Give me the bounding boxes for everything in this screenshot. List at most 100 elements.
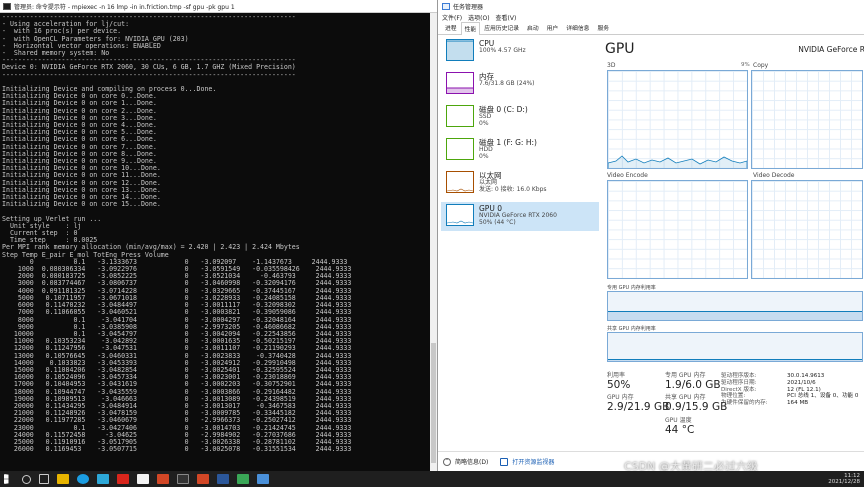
open-resource-monitor-link[interactable]: 打开资源监视器	[512, 457, 554, 466]
tab-5[interactable]: 详细信息	[562, 21, 593, 34]
gpu-heading: GPU	[605, 41, 635, 57]
tab-0[interactable]: 进程	[441, 21, 461, 34]
terminal-taskbar-icon[interactable]	[177, 474, 189, 484]
engine-3d-label[interactable]: 3D	[607, 62, 615, 69]
tab-2[interactable]: 应用历史记录	[480, 21, 523, 34]
resource-monitor-icon[interactable]	[500, 457, 509, 466]
resource-line2: 发送: 0 接收: 16.0 Kbps	[479, 185, 547, 193]
dedicated-mem-label: 专用 GPU 内存利用率	[607, 285, 656, 291]
dedicated-mem-graph	[607, 291, 863, 321]
taskbar: 11:12 2021/12/28	[0, 471, 864, 487]
powerpoint-icon[interactable]	[157, 474, 169, 484]
detail-row: 为硬件保留的内存: 164 MB	[721, 400, 858, 407]
util-label: 利用率	[607, 372, 626, 379]
task-manager-icon	[442, 2, 450, 10]
gpu-temp-label: GPU 温度	[665, 417, 692, 424]
app-orange-icon[interactable]	[197, 474, 209, 484]
tm-title: 任务管理器	[453, 3, 484, 11]
ded-mem-value: 1.9/6.0 GB	[665, 379, 721, 391]
engine-3d-pct: 9%	[741, 62, 750, 68]
terminal-icon	[3, 2, 11, 10]
command-prompt-window[interactable]: 管理员: 命令提示符 - mpiexec -n 16 lmp -in in.fr…	[0, 0, 437, 471]
resource-item[interactable]: 内存 7.6/31.8 GB (24%)	[441, 70, 599, 99]
console-scrollbar[interactable]	[430, 13, 437, 471]
resource-item[interactable]: CPU 100% 4.57 GHz	[441, 37, 599, 66]
resource-line2: 0%	[479, 152, 489, 160]
tm-title-bar[interactable]: 任务管理器	[438, 0, 864, 12]
resource-sparkline	[446, 39, 474, 61]
engine-video-encode-graph	[607, 180, 748, 279]
net-spark-line	[446, 188, 474, 192]
edge-icon[interactable]	[77, 474, 89, 484]
resource-item[interactable]: 磁盘 1 (F: G: H:) HDD 0%	[441, 136, 599, 165]
resource-name: 以太网	[479, 171, 502, 180]
resource-line1: 7.6/31.8 GB (24%)	[479, 80, 535, 87]
resource-line1: 100% 4.57 GHz	[479, 47, 526, 54]
tm-tab-bar: 进程 性能 应用历史记录 启动 用户 详细信息 服务	[438, 21, 864, 35]
app-zy-icon[interactable]	[137, 474, 149, 484]
tab-6[interactable]: 服务	[593, 21, 613, 34]
gpu-mem-label: GPU 内存	[607, 394, 634, 401]
engine-copy-label[interactable]: Copy	[753, 62, 768, 69]
gpu-mem-stat: GPU 内存 2.9/21.9 GB	[607, 394, 669, 413]
fewer-details-button[interactable]: 简略信息(D)	[455, 457, 488, 466]
detail-row: 驱动程序版本: 30.0.14.9613	[721, 373, 858, 380]
gpu-details: 驱动程序版本: 30.0.14.9613 驱动程序日期: 2021/10/6 Direc…	[721, 373, 858, 407]
engine-video-decode-graph	[751, 180, 863, 279]
resource-item[interactable]: 磁盘 0 (C: D:) SSD 0%	[441, 103, 599, 132]
resource-item[interactable]: GPU 0 NVIDIA GeForce RTX 2060 50% (44 °C)	[441, 202, 599, 231]
task-manager-taskbar-icon[interactable]	[257, 474, 269, 484]
console-title: 管理员: 命令提示符 - mpiexec -n 16 lmp -in in.fr…	[14, 3, 235, 11]
console-title-bar[interactable]: 管理员: 命令提示符 - mpiexec -n 16 lmp -in in.fr…	[0, 0, 437, 13]
engine-video-encode-label[interactable]: Video Encode	[607, 172, 648, 179]
engine-3d-line	[607, 155, 748, 168]
resource-sparkline	[446, 204, 474, 226]
detail-row: 驱动程序日期: 2021/10/6	[721, 380, 858, 387]
console-output: ----------------------------------------…	[2, 14, 427, 471]
resource-item[interactable]: 以太网 以太网 发送: 0 接收: 16.0 Kbps	[441, 169, 599, 198]
detail-key: 驱动程序日期:	[721, 379, 757, 386]
word-icon[interactable]	[217, 474, 229, 484]
app-red-icon[interactable]	[117, 474, 129, 484]
console-line: ----------------------------------------…	[2, 70, 296, 79]
detail-value: 2021/10/6	[787, 379, 816, 386]
tab-4[interactable]: 用户	[543, 21, 563, 34]
resource-sparkline	[446, 171, 474, 193]
wechat-icon[interactable]	[237, 474, 249, 484]
search-icon[interactable]	[22, 474, 31, 484]
detail-key: 为硬件保留的内存:	[721, 400, 768, 407]
engine-3d-graph	[607, 70, 748, 169]
system-tray[interactable]: 11:12 2021/12/28	[828, 473, 860, 485]
resource-sparkline	[446, 72, 474, 94]
task-view-icon[interactable]	[39, 474, 49, 484]
resource-line1: HDD	[479, 146, 493, 153]
resource-list: CPU 100% 4.57 GHz 内存 7.6/31.8 GB (24%) 磁盘 0 …	[441, 37, 599, 451]
util-stat: 利用率 50%	[607, 372, 630, 391]
gpu-mem-value: 2.9/21.9 GB	[607, 401, 670, 413]
console-scroll-thumb[interactable]	[431, 343, 436, 463]
shared-mem-label: 共享 GPU 内存利用率	[607, 326, 656, 332]
task-manager-window[interactable]: 任务管理器 文件(F) 选项(O) 查看(V) 进程 性能 应用历史记录 启动 用户 详细信息…	[437, 0, 864, 471]
detail-key: 驱动程序版本:	[721, 373, 757, 379]
tab-3[interactable]: 启动	[523, 21, 543, 34]
detail-value: PCI 总线 1、设备 0、功能 0	[787, 393, 859, 400]
file-explorer-icon[interactable]	[57, 474, 69, 484]
gpu-temp-value: 44 °C	[665, 424, 695, 436]
gpu-detail-pane: GPU NVIDIA GeForce R 3D 9% Copy Video En…	[603, 37, 864, 451]
resource-name: 磁盘 1 (F: G: H:)	[479, 138, 537, 147]
shared-mem-fill	[608, 359, 862, 361]
detail-value: 30.0.14.9613	[787, 373, 825, 379]
resource-sparkline	[446, 138, 474, 160]
mem-spark-fill	[447, 87, 473, 93]
shared-mem-value: 0.9/15.9 GB	[665, 401, 728, 413]
console-line: 26000 0.1169453 -3.0507715 0 -3.0025078 …	[2, 445, 352, 454]
ded-mem-stat: 专用 GPU 内存 1.9/6.0 GB	[665, 372, 721, 391]
shared-mem-stat-label: 共享 GPU 内存	[665, 394, 706, 401]
chevron-up-icon[interactable]: ˄	[443, 457, 451, 466]
engine-video-decode-label[interactable]: Video Decode	[753, 172, 795, 179]
app-icon[interactable]	[97, 474, 109, 484]
ded-mem-label: 专用 GPU 内存	[665, 372, 706, 379]
windows-start-icon[interactable]	[4, 474, 9, 484]
gpu-model-name: NVIDIA GeForce R	[798, 45, 864, 54]
tab-1[interactable]: 性能	[460, 22, 481, 35]
